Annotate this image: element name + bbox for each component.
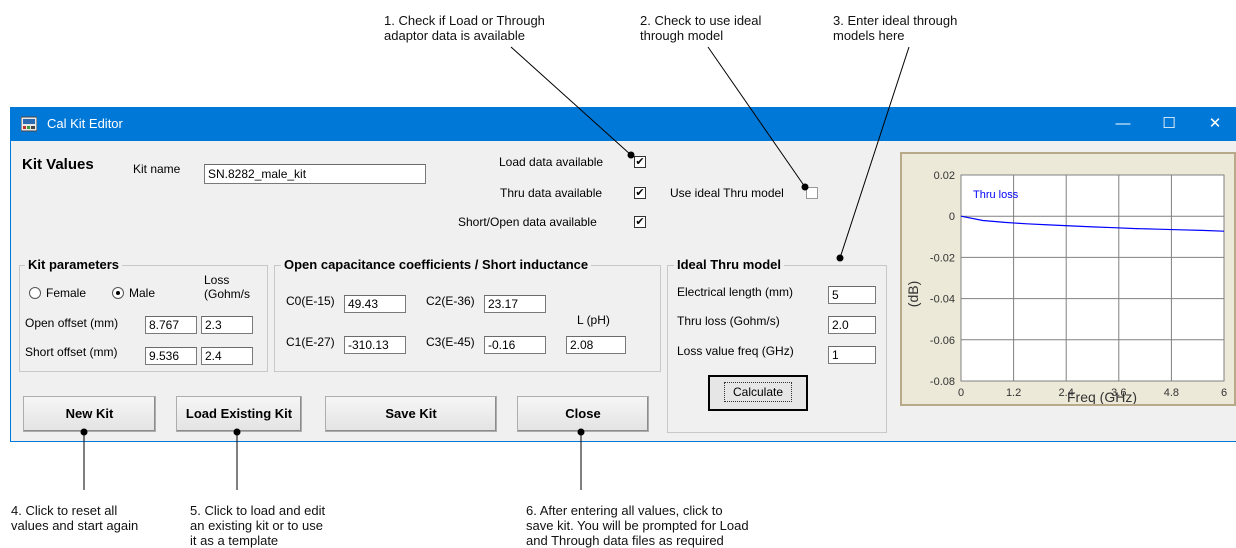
thru-loss-label: Thru loss (Gohm/s) xyxy=(677,314,780,328)
thru-loss-input[interactable] xyxy=(828,316,876,334)
c0-label: C0(E-15) xyxy=(286,294,335,308)
y-tick-label: -0.08 xyxy=(930,376,955,388)
y-tick-label: 0.02 xyxy=(934,170,955,182)
open-offset-label: Open offset (mm) xyxy=(25,316,119,330)
short-offset-label: Short offset (mm) xyxy=(25,345,118,359)
callout-4: 4. Click to reset all values and start a… xyxy=(11,503,139,533)
open-offset-input[interactable] xyxy=(145,316,197,334)
x-axis-label: Freq (GHz) xyxy=(1067,389,1137,404)
x-tick-label: 0 xyxy=(958,387,964,399)
load-data-checkbox[interactable]: ✔ xyxy=(634,156,646,168)
ideal-thru-label: Use ideal Thru model xyxy=(670,186,784,200)
y-axis-label: (dB) xyxy=(905,281,921,307)
x-tick-label: 6 xyxy=(1221,387,1227,399)
coefficients-title: Open capacitance coefficients / Short in… xyxy=(281,257,592,272)
electrical-length-input[interactable] xyxy=(828,286,876,304)
minimize-button[interactable]: — xyxy=(1100,107,1146,141)
l-label: L (pH) xyxy=(577,313,610,327)
callout-1: 1. Check if Load or Through adaptor data… xyxy=(384,13,545,43)
x-tick-label: 1.2 xyxy=(1006,387,1021,399)
calculate-button[interactable]: Calculate xyxy=(708,375,808,411)
window-title: Cal Kit Editor xyxy=(47,116,123,131)
male-label: Male xyxy=(129,286,156,300)
short-offset-input[interactable] xyxy=(145,347,197,365)
callout-2: 2. Check to use ideal through model xyxy=(640,13,762,43)
y-tick-label: -0.02 xyxy=(930,252,955,264)
y-tick-label: -0.04 xyxy=(930,294,955,306)
thru-data-label: Thru data available xyxy=(500,186,603,200)
calibration-app-icon xyxy=(21,116,37,132)
female-label: Female xyxy=(46,286,87,300)
callout-5: 5. Click to load and edit an existing ki… xyxy=(190,503,326,548)
load-existing-kit-button[interactable]: Load Existing Kit xyxy=(176,396,302,432)
kit-name-input[interactable] xyxy=(204,164,426,184)
new-kit-button[interactable]: New Kit xyxy=(23,396,156,432)
c2-label: C2(E-36) xyxy=(426,294,475,308)
c3-input[interactable] xyxy=(484,336,546,354)
female-radio[interactable] xyxy=(29,287,41,299)
load-data-label: Load data available xyxy=(499,155,604,169)
kit-name-label: Kit name xyxy=(133,162,181,176)
ideal-thru-title: Ideal Thru model xyxy=(674,257,785,272)
loss-value-freq-input[interactable] xyxy=(828,346,876,364)
title-bar[interactable]: Cal Kit Editor — ☐ ✕ xyxy=(11,107,1236,141)
thru-data-checkbox[interactable]: ✔ xyxy=(634,187,646,199)
kit-parameters-title: Kit parameters xyxy=(25,257,123,272)
open-loss-input[interactable] xyxy=(201,316,253,334)
c1-input[interactable] xyxy=(344,336,406,354)
y-tick-label: 0 xyxy=(949,211,955,223)
close-window-button[interactable]: ✕ xyxy=(1192,107,1236,141)
l-input[interactable] xyxy=(566,336,626,354)
y-tick-label: -0.06 xyxy=(930,335,955,347)
calculate-label: Calculate xyxy=(723,382,793,402)
ideal-thru-checkbox[interactable] xyxy=(806,187,818,199)
electrical-length-label: Electrical length (mm) xyxy=(677,285,794,299)
callout-6: 6. After entering all values, click to s… xyxy=(526,503,749,548)
plot-area xyxy=(960,174,1225,382)
save-kit-button[interactable]: Save Kit xyxy=(325,396,497,432)
loss-value-freq-label: Loss value freq (GHz) xyxy=(677,344,794,358)
kit-values-heading: Kit Values xyxy=(22,156,94,173)
legend-thru-loss: Thru loss xyxy=(973,189,1019,201)
thru-loss-chart: 0 1.2 2.4 3.6 4.8 60.020-0.02-0.04-0.06-0.08 … xyxy=(905,170,1227,404)
close-button[interactable]: Close xyxy=(517,396,649,432)
x-tick-label: 4.8 xyxy=(1164,387,1179,399)
maximize-button[interactable]: ☐ xyxy=(1146,107,1192,141)
cal-kit-editor-window: Cal Kit Editor — ☐ ✕ Kit Values Kit name… xyxy=(10,107,1236,442)
thru-loss-plot: 0 1.2 2.4 3.6 4.8 6 0.02 0 -0.02 -0.04 -0.06 -0.08 … xyxy=(900,152,1236,406)
c0-input[interactable] xyxy=(344,295,406,313)
callout-3: 3. Enter ideal through models here xyxy=(833,13,958,43)
male-radio[interactable] xyxy=(112,287,124,299)
short-loss-input[interactable] xyxy=(201,347,253,365)
loss-header: Loss (Gohm/s xyxy=(204,273,251,301)
short-open-data-label: Short/Open data available xyxy=(458,215,597,229)
short-open-data-checkbox[interactable]: ✔ xyxy=(634,216,646,228)
c1-label: C1(E-27) xyxy=(286,335,335,349)
c3-label: C3(E-45) xyxy=(426,335,475,349)
c2-input[interactable] xyxy=(484,295,546,313)
